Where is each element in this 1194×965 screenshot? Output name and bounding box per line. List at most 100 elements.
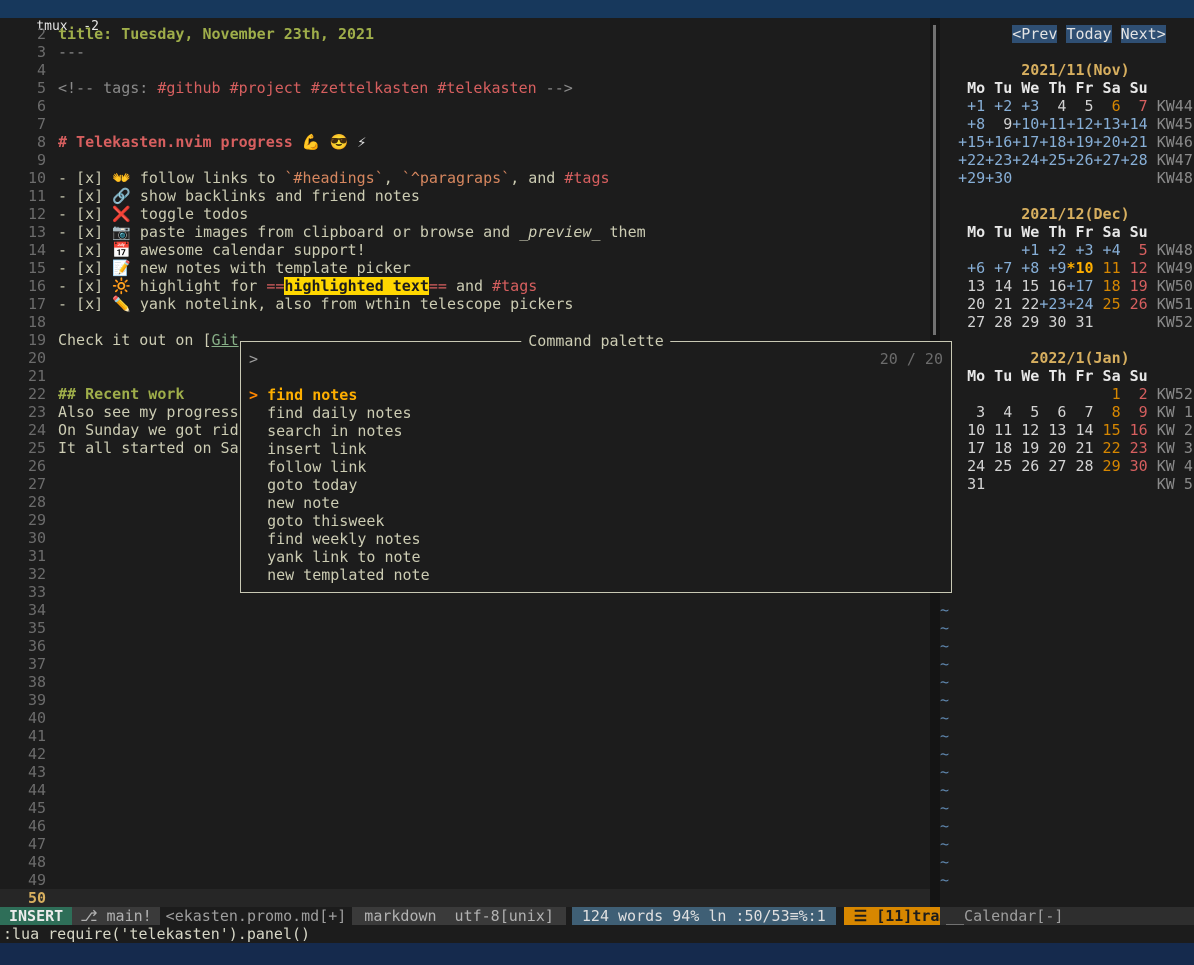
editor-line-40[interactable]: 40	[0, 709, 930, 727]
calendar-day[interactable]: +23	[1039, 295, 1066, 313]
calendar-day[interactable]: +27	[1094, 151, 1121, 169]
calendar-day[interactable]: 7	[1066, 403, 1093, 421]
calendar-day[interactable]: 17	[958, 439, 985, 457]
calendar-day-sunday[interactable]: 9	[1121, 403, 1148, 421]
editor-line-36[interactable]: 36	[0, 637, 930, 655]
calendar-day[interactable]: 3	[958, 403, 985, 421]
calendar-day[interactable]: +9	[1039, 259, 1066, 277]
editor-line-8[interactable]: 8# Telekasten.nvim progress 💪 😎 ⚡	[0, 133, 930, 151]
calendar-day-saturday[interactable]: 22	[1094, 439, 1121, 457]
calendar-day[interactable]: 14	[1066, 421, 1093, 439]
editor-line-34[interactable]: 34	[0, 601, 930, 619]
calendar-day[interactable]: 25	[985, 457, 1012, 475]
calendar-day[interactable]: 13	[1039, 421, 1066, 439]
calendar-day[interactable]: 5	[1066, 97, 1093, 115]
editor-line-37[interactable]: 37	[0, 655, 930, 673]
calendar-day[interactable]: 28	[985, 313, 1012, 331]
editor-line-3[interactable]: 3---	[0, 43, 930, 61]
calendar-day[interactable]: +15	[958, 133, 985, 151]
calendar-day[interactable]: +17	[1012, 133, 1039, 151]
palette-item[interactable]: insert link	[249, 440, 943, 458]
calendar-day[interactable]: 15	[1012, 277, 1039, 295]
editor-line-39[interactable]: 39	[0, 691, 930, 709]
calendar-day[interactable]: +1	[1012, 241, 1039, 259]
editor-line-41[interactable]: 41	[0, 727, 930, 745]
editor-line-13[interactable]: 13- [x] 📷 paste images from clipboard or…	[0, 223, 930, 241]
editor-line-38[interactable]: 38	[0, 673, 930, 691]
calendar-day[interactable]: +8	[1012, 259, 1039, 277]
palette-item[interactable]: new templated note	[249, 566, 943, 584]
calendar-day[interactable]: 5	[1012, 403, 1039, 421]
calendar-day[interactable]: +18	[1039, 133, 1066, 151]
command-line[interactable]: :lua require('telekasten').panel()	[0, 925, 1194, 943]
calendar-day[interactable]: 11	[985, 421, 1012, 439]
editor-line-7[interactable]: 7	[0, 115, 930, 133]
calendar-day[interactable]: +30	[985, 169, 1012, 187]
calendar-day[interactable]: 28	[1066, 457, 1093, 475]
calendar-day[interactable]: +6	[958, 259, 985, 277]
editor-line-45[interactable]: 45	[0, 799, 930, 817]
calendar-day[interactable]: +11	[1039, 115, 1066, 133]
calendar-day[interactable]: 13	[958, 277, 985, 295]
editor-line-6[interactable]: 6	[0, 97, 930, 115]
calendar-day[interactable]: +7	[985, 259, 1012, 277]
calendar-day-sunday[interactable]: 19	[1121, 277, 1148, 295]
calendar-day[interactable]: +14	[1121, 115, 1148, 133]
editor-line-16[interactable]: 16- [x] 🔆 highlight for ==highlighted te…	[0, 277, 930, 295]
calendar-day[interactable]: +1	[958, 97, 985, 115]
calendar-day-saturday[interactable]: 6	[1094, 97, 1121, 115]
calendar-day[interactable]: 21	[1066, 439, 1093, 457]
calendar-day[interactable]: +24	[1066, 295, 1093, 313]
calendar-day[interactable]: 4	[1039, 97, 1066, 115]
calendar-day[interactable]: 24	[958, 457, 985, 475]
calendar-day[interactable]: 20	[1039, 439, 1066, 457]
editor-line-2[interactable]: 2title: Tuesday, November 23th, 2021	[0, 25, 930, 43]
calendar-day[interactable]: 27	[1039, 457, 1066, 475]
calendar-day[interactable]: +25	[1039, 151, 1066, 169]
editor-line-43[interactable]: 43	[0, 763, 930, 781]
palette-item[interactable]: yank link to note	[249, 548, 943, 566]
calendar-today-button[interactable]: Today	[1066, 25, 1111, 43]
calendar-day[interactable]: 31	[958, 475, 985, 493]
calendar-day[interactable]: +4	[1094, 241, 1121, 259]
calendar-day[interactable]: +22	[958, 151, 985, 169]
editor-line-18[interactable]: 18	[0, 313, 930, 331]
calendar-day[interactable]: 10	[958, 421, 985, 439]
calendar-day-sunday[interactable]: 12	[1121, 259, 1148, 277]
calendar-today-day[interactable]: *10	[1066, 259, 1093, 277]
calendar-day[interactable]: +3	[1012, 97, 1039, 115]
calendar-day[interactable]: +26	[1066, 151, 1093, 169]
editor-line-46[interactable]: 46	[0, 817, 930, 835]
calendar-next-button[interactable]: Next>	[1121, 25, 1166, 43]
palette-item[interactable]: goto thisweek	[249, 512, 943, 530]
scrollbar-thumb[interactable]	[933, 25, 936, 335]
palette-item[interactable]: follow link	[249, 458, 943, 476]
calendar-day[interactable]: 31	[1066, 313, 1093, 331]
calendar-day[interactable]: +10	[1012, 115, 1039, 133]
calendar-day[interactable]: 26	[1012, 457, 1039, 475]
calendar-day[interactable]: 20	[958, 295, 985, 313]
palette-item[interactable]: find daily notes	[249, 404, 943, 422]
calendar-day-sunday[interactable]: 5	[1121, 241, 1148, 259]
calendar-day-sunday[interactable]: 7	[1121, 97, 1148, 115]
calendar-day-saturday[interactable]: 29	[1094, 457, 1121, 475]
calendar-day[interactable]: +24	[1012, 151, 1039, 169]
calendar-day[interactable]: 14	[985, 277, 1012, 295]
calendar-day[interactable]: +12	[1066, 115, 1093, 133]
calendar-day[interactable]: 21	[985, 295, 1012, 313]
editor-line-5[interactable]: 5<!-- tags: #github #project #zettelkast…	[0, 79, 930, 97]
calendar-day[interactable]: +28	[1121, 151, 1148, 169]
calendar-day-saturday[interactable]: 18	[1094, 277, 1121, 295]
editor-line-50[interactable]: 50	[0, 889, 930, 907]
palette-item[interactable]: search in notes	[249, 422, 943, 440]
editor-line-10[interactable]: 10- [x] 👐 follow links to `#headings`, `…	[0, 169, 930, 187]
calendar-day[interactable]: 18	[985, 439, 1012, 457]
calendar-day[interactable]: 30	[1039, 313, 1066, 331]
calendar-day[interactable]: 29	[1012, 313, 1039, 331]
calendar-day[interactable]: +17	[1066, 277, 1093, 295]
calendar-day-sunday[interactable]: 30	[1121, 457, 1148, 475]
calendar-day-sunday[interactable]: 2	[1121, 385, 1148, 403]
editor-line-47[interactable]: 47	[0, 835, 930, 853]
calendar-day[interactable]: +19	[1066, 133, 1093, 151]
editor-line-17[interactable]: 17- [x] ✏️ yank notelink, also from wthi…	[0, 295, 930, 313]
